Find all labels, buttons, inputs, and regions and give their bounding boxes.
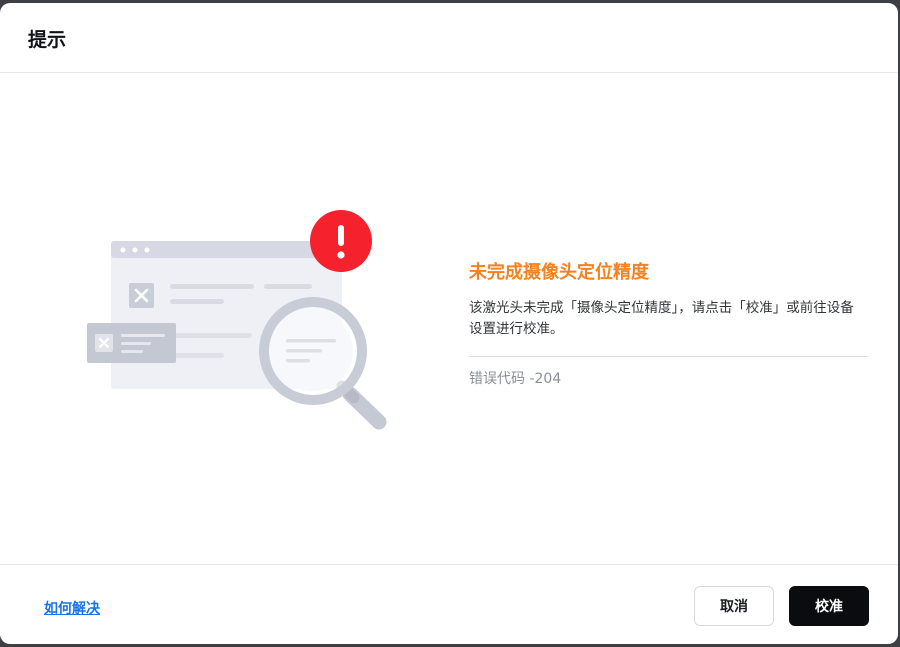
how-to-fix-link[interactable]: 如何解决	[44, 598, 100, 618]
cancel-button[interactable]: 取消	[694, 586, 774, 626]
dialog-title: 提示	[28, 29, 67, 51]
error-message: 该激光头未完成「摄像头定位精度」，请点击「校准」或前往设备设置进行校准。	[469, 300, 854, 337]
error-title: 未完成摄像头定位精度	[469, 262, 649, 283]
error-content: 未完成摄像头定位精度 该激光头未完成「摄像头定位精度」，请点击「校准」或前往设备…	[469, 260, 869, 388]
content-divider	[469, 356, 869, 357]
dialog-footer: 如何解决 取消 校准	[0, 564, 898, 644]
error-card-graphic	[87, 323, 176, 363]
error-illustration	[87, 210, 387, 430]
dialog: 提示 未完成摄像头定位精度 该激光头未完成「摄像头定位精度」，请点击「校准」或前…	[0, 3, 898, 644]
calibrate-button[interactable]: 校准	[789, 586, 869, 626]
alert-badge-icon	[310, 210, 372, 272]
error-code: 错误代码 -204	[469, 371, 562, 387]
magnifier-icon	[259, 297, 387, 430]
dialog-header: 提示	[0, 3, 898, 73]
